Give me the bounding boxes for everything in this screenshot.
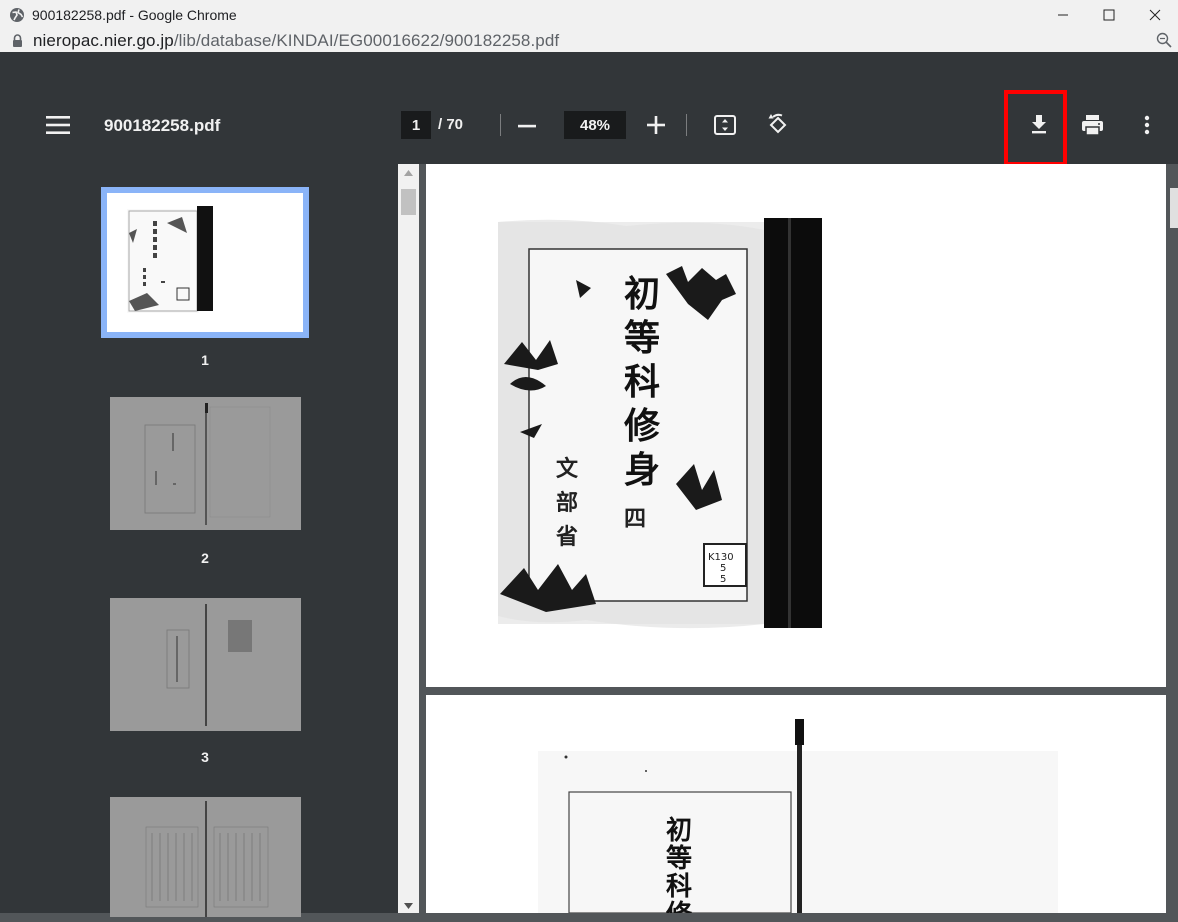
thumbnail-cover-art [127,206,213,313]
cover-title-char: 科 [624,361,660,403]
thumbnail-page-image [107,193,303,332]
thumbnail-page-3[interactable] [110,598,301,731]
cover-title-char: 初 [624,273,660,315]
zoom-magnifier-icon[interactable] [1156,32,1172,48]
sidebar-scroll-thumb[interactable] [401,189,416,215]
document-scrollbar[interactable] [1166,164,1178,913]
cover-volume-char: 四 [624,506,646,532]
minimize-icon [1058,14,1068,15]
library-stamp-text: 5 [720,563,726,574]
thumbnail-page-image [145,801,269,917]
thumbnail-page-2[interactable] [110,397,301,530]
cover-publisher-char: 部 [556,490,578,516]
thumbnail-page-4[interactable] [110,797,301,917]
url-text[interactable]: nieropac.nier.go.jp/lib/database/KINDAI/… [33,31,559,51]
thumbnail-number: 1 [201,352,209,368]
cover-title-char: 等 [624,317,660,359]
close-icon [1149,9,1161,20]
thumbnail-sidebar: 1 2 3 [0,164,398,917]
library-stamp-text: 5 [720,574,726,585]
sidebar-scrollbar[interactable] [398,164,419,913]
page2-title-char: 修 [665,899,693,913]
page-total: / 70 [438,116,464,133]
thumbnail-page-1[interactable] [101,187,309,338]
page2-title-char: 等 [666,843,692,874]
browser-title-bar: 900182258.pdf - Google Chrome nieropac.n… [0,0,1178,53]
more-options-icon[interactable] [1135,113,1159,137]
toolbar-top-strip [0,52,1178,87]
scroll-down-icon[interactable] [404,903,413,909]
page-1-scan: 初 等 科 修 身 文 部 省 四 K130 5 5 [498,218,822,629]
thumbnail-page-image [144,403,271,525]
toolbar-divider [686,114,687,136]
page2-title-char: 初 [666,816,692,846]
cover-publisher-char: 文 [556,456,579,482]
cover-title-char: 身 [624,449,660,491]
library-stamp-text: K130 [708,552,734,563]
menu-icon[interactable] [46,113,70,137]
page-2-scan: 初 等 科 修 [538,719,1058,922]
zoom-out-icon[interactable] [515,114,539,138]
scroll-up-icon[interactable] [404,170,413,176]
document-scroll-thumb[interactable] [1170,188,1178,228]
fit-to-page-icon[interactable] [713,113,737,137]
pdf-page-1: 初 等 科 修 身 文 部 省 四 K130 5 5 [426,164,1166,687]
document-view: 初 等 科 修 身 文 部 省 四 K130 5 5 初 等 科 [419,164,1178,922]
zoom-level-input[interactable]: 48% [564,111,626,139]
url-host: nieropac.nier.go.jp [33,30,174,50]
cover-publisher-char: 省 [555,524,578,550]
page-number-input[interactable]: 1 [401,111,431,139]
thumbnail-number: 2 [201,550,209,566]
address-bar[interactable]: nieropac.nier.go.jp/lib/database/KINDAI/… [0,29,1178,53]
download-highlight-box [1004,90,1067,166]
maximize-icon [1103,9,1115,20]
lock-icon [13,34,22,47]
minimize-button[interactable] [1040,0,1086,29]
pdf-file-name: 900182258.pdf [104,116,221,135]
zoom-in-icon[interactable] [645,114,667,136]
url-path: /lib/database/KINDAI/EG00016622/90018225… [173,30,560,50]
thumbnail-number: 3 [201,749,209,765]
close-window-button[interactable] [1132,0,1178,29]
window-title-row: 900182258.pdf - Google Chrome [0,0,1178,29]
cover-title-char: 修 [624,405,661,447]
globe-icon [10,7,24,22]
window-controls [1040,0,1178,29]
toolbar-divider [500,114,501,136]
rotate-icon[interactable] [765,112,791,138]
page2-title-char: 科 [666,872,692,902]
window-title: 900182258.pdf - Google Chrome [32,6,237,23]
thumbnail-page-image [166,604,252,726]
print-icon[interactable] [1080,113,1105,137]
pdf-page-2: 初 等 科 修 [426,695,1166,922]
maximize-button[interactable] [1086,0,1132,29]
